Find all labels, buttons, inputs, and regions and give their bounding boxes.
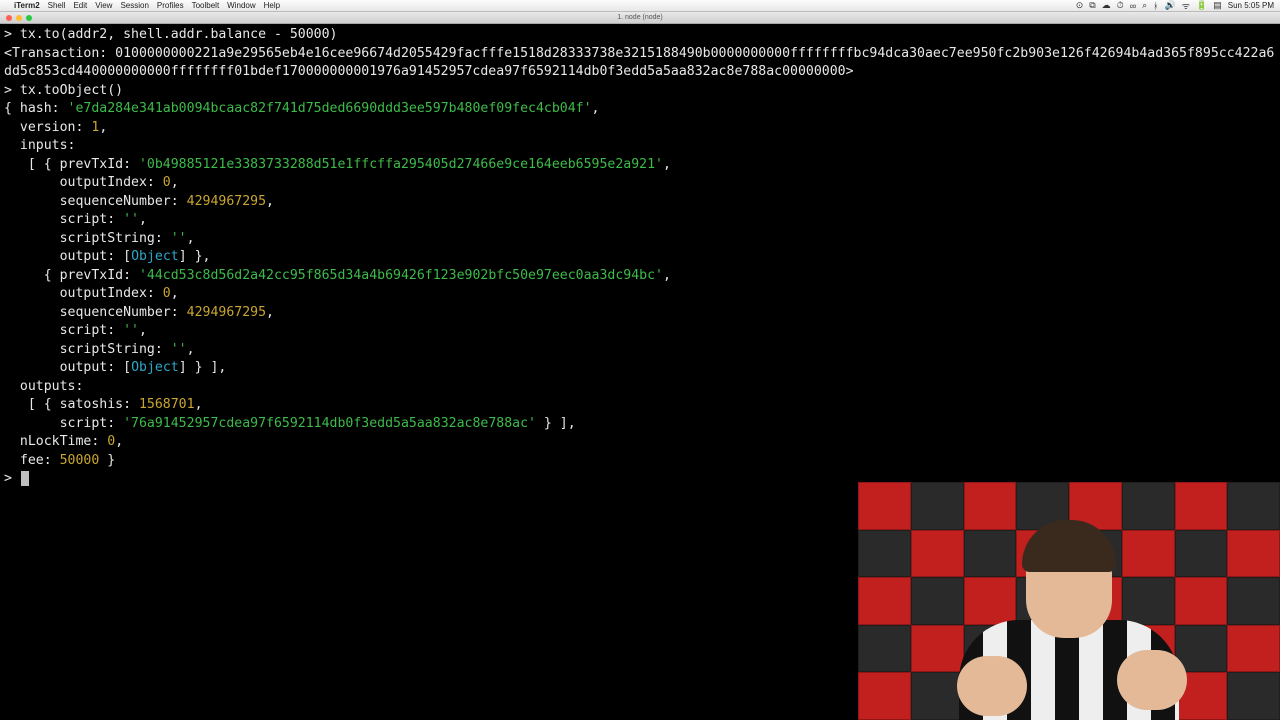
cmd-line: tx.to(addr2, shell.addr.balance - 50000)	[20, 27, 338, 42]
battery-icon[interactable]: 🔋	[1196, 0, 1207, 11]
menu-window[interactable]: Window	[227, 1, 255, 10]
label: output:	[4, 249, 123, 264]
tx-output-prefix: <Transaction:	[4, 46, 115, 61]
number-value: 0	[163, 175, 171, 190]
bracket: ] },	[179, 249, 211, 264]
menu-view[interactable]: View	[95, 1, 112, 10]
obj-open: { hash:	[4, 101, 68, 116]
label: outputIndex:	[4, 175, 163, 190]
label: nLockTime:	[4, 434, 107, 449]
prompt: >	[4, 471, 12, 486]
number-value: 0	[107, 434, 115, 449]
webcam-person	[939, 520, 1199, 720]
number-value: 0	[163, 286, 171, 301]
status-icon[interactable]: ☁	[1102, 0, 1111, 11]
status-icon[interactable]: ⏱	[1117, 0, 1124, 11]
cmd-line: tx.toObject()	[20, 83, 123, 98]
number-value: 4294967295	[187, 194, 266, 209]
window-title: 1. node (node)	[617, 14, 663, 21]
number-value: 50000	[60, 453, 100, 468]
label: outputs:	[4, 379, 83, 394]
label: sequenceNumber:	[4, 194, 187, 209]
label: output:	[4, 360, 123, 375]
tx-hex: 0100000000221a9e29565eb4e16cee96674d2055…	[4, 46, 1274, 80]
object-ref: Object	[131, 249, 179, 264]
number-value: 1	[91, 120, 99, 135]
string-value: ''	[123, 212, 139, 227]
object-ref: Object	[131, 360, 179, 375]
menu-profiles[interactable]: Profiles	[157, 1, 184, 10]
prevtxid-value: '44cd53c8d56d2a42cc95f865d34a4b69426f123…	[139, 268, 663, 283]
label: [ { satoshis:	[4, 397, 139, 412]
bracket: [	[123, 360, 131, 375]
menu-help[interactable]: Help	[264, 1, 280, 10]
terminal-viewport[interactable]: > tx.to(addr2, shell.addr.balance - 5000…	[0, 24, 1280, 720]
menu-session[interactable]: Session	[120, 1, 148, 10]
menu-toolbelt[interactable]: Toolbelt	[192, 1, 220, 10]
string-value: ''	[171, 231, 187, 246]
cursor	[21, 471, 29, 486]
label: fee:	[4, 453, 60, 468]
number-value: 4294967295	[187, 305, 266, 320]
prompt: >	[4, 83, 12, 98]
label: script:	[4, 212, 123, 227]
menubar-app-name[interactable]: iTerm2	[14, 1, 40, 10]
label: [ { prevTxId:	[4, 157, 139, 172]
label: version:	[4, 120, 91, 135]
prevtxid-value: '0b49885121e3383733288d51e1ffcffa295405d…	[139, 157, 663, 172]
string-value: '76a91452957cdea97f6592114db0f3edd5a5aa8…	[123, 416, 536, 431]
string-value: ''	[123, 323, 139, 338]
label: { prevTxId:	[4, 268, 139, 283]
prompt: >	[4, 27, 12, 42]
status-icon[interactable]: ⊙	[1076, 0, 1084, 11]
bracket: ] } ],	[179, 360, 227, 375]
macos-menubar: iTerm2 Shell Edit View Session Profiles …	[0, 0, 1280, 12]
wifi-icon[interactable]: ᯤ	[1182, 0, 1190, 12]
label: script:	[4, 323, 123, 338]
zoom-icon[interactable]	[26, 15, 32, 21]
bracket: [	[123, 249, 131, 264]
volume-icon[interactable]: 🔊	[1165, 0, 1176, 11]
label: outputIndex:	[4, 286, 163, 301]
label: sequenceNumber:	[4, 305, 187, 320]
close-icon[interactable]	[6, 15, 12, 21]
bracket: } ],	[536, 416, 576, 431]
status-icon[interactable]: ⧉	[1089, 0, 1095, 11]
label: scriptString:	[4, 342, 171, 357]
label: inputs:	[4, 138, 75, 153]
minimize-icon[interactable]	[16, 15, 22, 21]
flag-icon[interactable]: ▤	[1213, 0, 1222, 11]
status-icon[interactable]: ∞	[1130, 1, 1136, 11]
hash-value: 'e7da284e341ab0094bcaac82f741d75ded6690d…	[68, 101, 592, 116]
number-value: 1568701	[139, 397, 195, 412]
window-titlebar: 1. node (node)	[0, 12, 1280, 24]
status-icon[interactable]: ⌕	[1142, 0, 1147, 11]
menubar-clock[interactable]: Sun 5:05 PM	[1228, 1, 1274, 10]
menu-edit[interactable]: Edit	[73, 1, 87, 10]
obj-close: }	[99, 453, 115, 468]
label: script:	[4, 416, 123, 431]
string-value: ''	[171, 342, 187, 357]
menu-shell[interactable]: Shell	[48, 1, 66, 10]
webcam-overlay	[858, 482, 1280, 720]
label: scriptString:	[4, 231, 171, 246]
bluetooth-icon[interactable]: ᚼ	[1153, 1, 1158, 11]
